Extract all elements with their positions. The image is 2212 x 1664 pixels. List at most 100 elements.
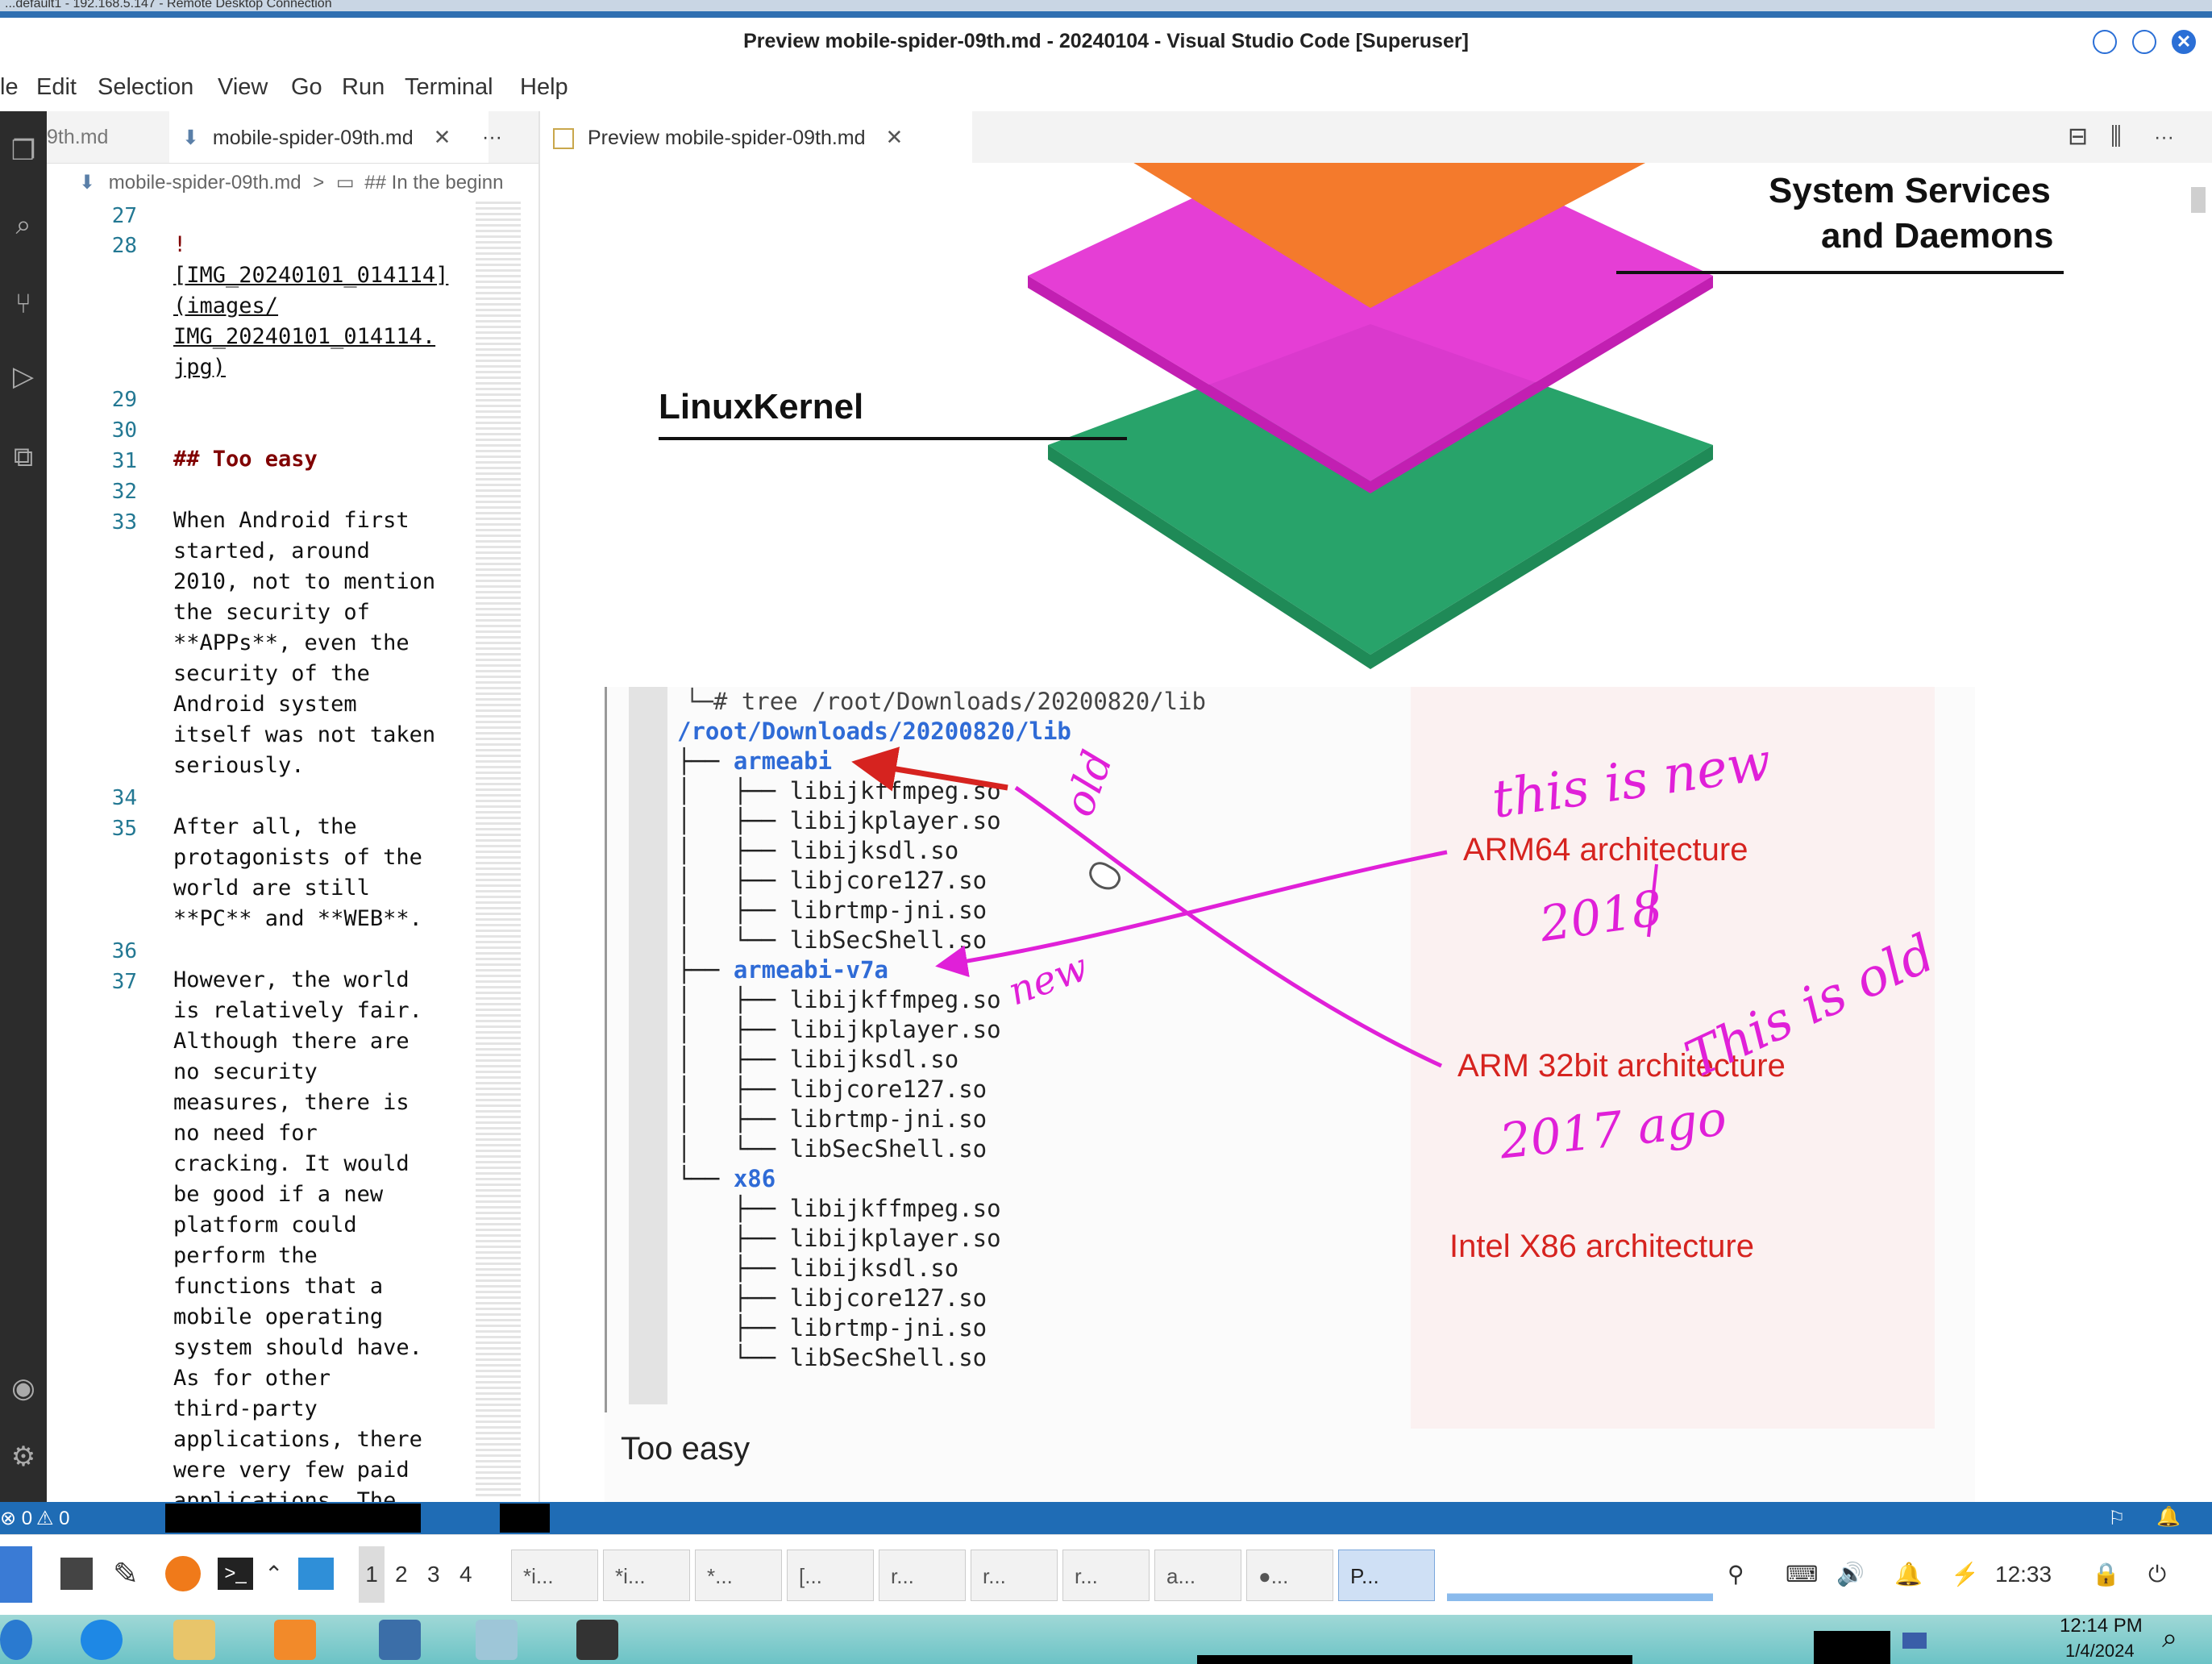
firefox-icon[interactable] xyxy=(165,1556,201,1591)
more-actions-button[interactable]: ··· xyxy=(482,111,522,163)
warning-count[interactable]: ⚠ 0 xyxy=(36,1507,70,1530)
workspace-4[interactable]: 4 xyxy=(459,1546,472,1603)
markdown-preview[interactable]: System Services and Daemons LinuxKernel … xyxy=(540,163,2212,1502)
breadcrumb-section[interactable]: ## In the beginn xyxy=(364,172,503,193)
minimap[interactable] xyxy=(476,202,521,1500)
tray-flag-icon[interactable] xyxy=(1902,1633,1927,1649)
workspace-1[interactable]: 1 xyxy=(359,1546,385,1603)
taskbar-window[interactable]: a... xyxy=(1154,1550,1241,1601)
close-tab-icon[interactable]: ✕ xyxy=(434,125,451,149)
tree-file: ├── libijksdl.so xyxy=(677,1254,959,1282)
workspace-3[interactable]: 3 xyxy=(427,1546,440,1603)
taskbar-window-active[interactable]: P... xyxy=(1338,1550,1435,1601)
clapper-app-icon[interactable] xyxy=(576,1620,618,1660)
paragraph-line: no security xyxy=(173,1059,318,1084)
network-icon[interactable]: ⚲ xyxy=(1728,1546,1744,1603)
settings-gear-icon[interactable]: ⚙ xyxy=(0,1433,47,1480)
paragraph-line: protagonists of the xyxy=(173,845,422,870)
volume-icon[interactable]: 🔊 xyxy=(1836,1546,1865,1603)
app-icon[interactable] xyxy=(476,1620,518,1660)
paragraph-line: measures, there is xyxy=(173,1090,410,1115)
close-tab-icon[interactable]: ✕ xyxy=(886,125,904,149)
maximize-button[interactable] xyxy=(2132,30,2156,54)
paragraph-line: seriously. xyxy=(173,753,305,778)
search-icon[interactable]: ⌕ xyxy=(0,202,47,248)
preview-scrollbar[interactable] xyxy=(2191,187,2206,213)
menu-run[interactable]: Run xyxy=(342,74,385,101)
explorer-icon[interactable]: ❐ xyxy=(0,127,47,174)
app-menu-icon[interactable] xyxy=(0,1546,32,1603)
taskbar-window[interactable]: *... xyxy=(695,1550,782,1601)
open-source-icon[interactable]: ⊟ xyxy=(2068,111,2100,163)
error-count[interactable]: ⊗ 0 xyxy=(0,1507,32,1530)
menu-view[interactable]: View xyxy=(218,74,268,101)
menu-edit[interactable]: Edit xyxy=(36,74,77,101)
paragraph-line: system should have. xyxy=(173,1335,422,1360)
extensions-icon[interactable]: ⧉ xyxy=(0,434,47,480)
menu-file[interactable]: le xyxy=(0,74,19,101)
paragraph-line: the security of xyxy=(173,600,370,625)
tree-file: ├── libjcore127.so xyxy=(677,1284,988,1312)
file-explorer-icon[interactable] xyxy=(173,1620,215,1660)
taskbar-window[interactable]: ●... xyxy=(1246,1550,1333,1601)
line-number: 31 xyxy=(111,449,137,473)
paragraph-line: be good if a new xyxy=(173,1182,384,1207)
menu-selection[interactable]: Selection xyxy=(98,74,193,101)
breadcrumb-file[interactable]: mobile-spider-09th.md xyxy=(109,172,301,193)
taskbar-window[interactable]: r... xyxy=(1062,1550,1150,1601)
screen-icon[interactable] xyxy=(298,1558,334,1590)
panel-clock[interactable]: 12:33 xyxy=(1995,1546,2052,1603)
status-redaction xyxy=(500,1504,550,1533)
windows-time[interactable]: 12:14 PM xyxy=(2060,1615,2143,1637)
paragraph-line: However, the world xyxy=(173,967,410,992)
menu-go[interactable]: Go xyxy=(291,74,322,101)
image-bang: ! xyxy=(173,232,187,257)
split-editor-icon[interactable]: ⫼ xyxy=(2110,111,2143,163)
taskbar-window[interactable]: r... xyxy=(879,1550,966,1601)
tab-mobile-spider-source[interactable]: ⬇ mobile-spider-09th.md ✕ xyxy=(169,111,489,163)
tab-9th-md[interactable]: 9th.md xyxy=(47,111,143,163)
preview-heading: Too easy xyxy=(621,1431,750,1466)
taskbar-window[interactable]: *i... xyxy=(603,1550,690,1601)
battery-icon[interactable]: ⚡ xyxy=(1951,1546,1979,1603)
search-icon[interactable]: ⌕ xyxy=(2162,1623,2177,1654)
windows-date[interactable]: 1/4/2024 xyxy=(2065,1641,2135,1662)
logout-icon[interactable]: ⏻ xyxy=(2148,1546,2166,1603)
paragraph-line: mobile operating xyxy=(173,1304,384,1329)
chevron-up-icon[interactable]: ⌃ xyxy=(264,1546,283,1603)
remote-desktop-icon[interactable] xyxy=(379,1620,421,1660)
notification-bell-icon[interactable]: 🔔 xyxy=(1894,1546,1923,1603)
menu-terminal[interactable]: Terminal xyxy=(405,74,493,101)
line-number: 27 xyxy=(111,204,137,228)
minimize-button[interactable] xyxy=(2093,30,2117,54)
taskbar-window[interactable]: [... xyxy=(787,1550,874,1601)
tab-preview[interactable]: Preview mobile-spider-09th.md ✕ xyxy=(540,111,972,163)
windows-start-icon[interactable] xyxy=(0,1620,32,1660)
notifications-bell-icon[interactable]: 🔔 xyxy=(2156,1505,2181,1529)
paragraph-line: world are still xyxy=(173,876,370,901)
taskbar-window[interactable]: r... xyxy=(971,1550,1058,1601)
source-control-icon[interactable]: ⑂ xyxy=(0,281,47,327)
terminal-launcher-icon[interactable] xyxy=(60,1558,93,1590)
taskbar-redaction xyxy=(1814,1631,1890,1664)
media-player-icon[interactable] xyxy=(274,1620,316,1660)
editor-more-actions-button[interactable]: ··· xyxy=(2154,111,2194,163)
lock-screen-icon[interactable]: 🔒 xyxy=(2092,1546,2120,1603)
status-bar: ⊗ 0 ⚠ 0 ⚐ 🔔 xyxy=(0,1502,2212,1534)
taskbar-window[interactable]: *i... xyxy=(511,1550,598,1601)
run-debug-icon[interactable]: ▷ xyxy=(0,353,47,400)
tab-label: mobile-spider-09th.md xyxy=(212,127,414,149)
windows-taskbar: 12:14 PM 1/4/2024 ⌕ xyxy=(0,1615,2212,1664)
workspace-2[interactable]: 2 xyxy=(395,1546,408,1603)
keyboard-icon[interactable]: ⌨ xyxy=(1786,1546,1818,1603)
paragraph-line: **APPs**, even the xyxy=(173,630,410,655)
live-share-icon[interactable]: ⚐ xyxy=(2108,1507,2126,1530)
account-icon[interactable]: ◉ xyxy=(0,1365,47,1412)
console-icon[interactable]: >_ xyxy=(218,1558,253,1590)
breadcrumb-separator: > xyxy=(313,172,325,193)
close-window-button[interactable]: ✕ xyxy=(2172,30,2196,54)
paragraph-line: perform the xyxy=(173,1243,318,1268)
text-editor-icon[interactable]: ✎ xyxy=(113,1546,139,1603)
internet-explorer-icon[interactable] xyxy=(81,1620,123,1660)
menu-help[interactable]: Help xyxy=(520,74,568,101)
